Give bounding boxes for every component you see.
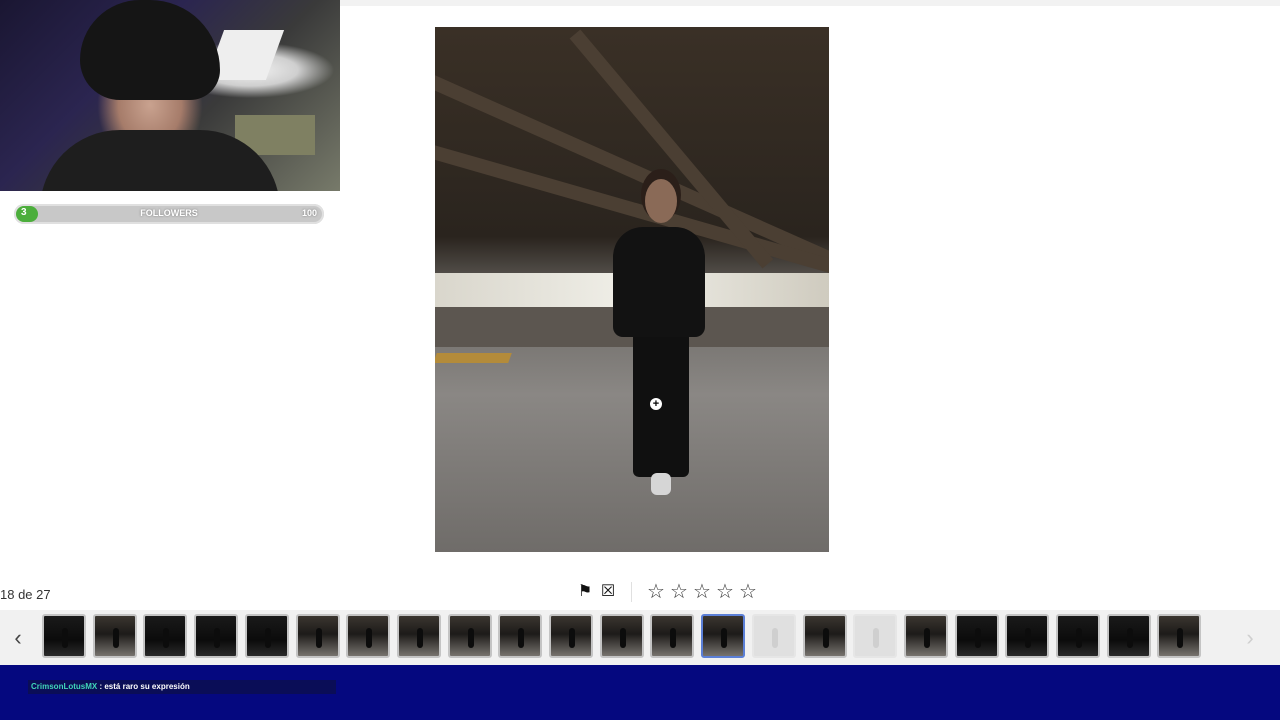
filmstrip-thumbnail[interactable] [954, 614, 999, 658]
toolbar-divider [631, 582, 632, 602]
photo-counter: 18 de 27 [0, 587, 51, 602]
filmstrip-thumbnail[interactable] [1157, 614, 1202, 658]
star-icon[interactable]: ☆ [692, 582, 712, 602]
followers-target: 100 [301, 208, 317, 218]
star-icon[interactable]: ☆ [738, 582, 758, 602]
chat-message: CrimsonLotusMX : está raro su expresión [28, 680, 336, 694]
webcam-overlay [0, 0, 340, 191]
filmstrip-thumbnail[interactable] [498, 614, 543, 658]
chat-bar: CrimsonLotusMX : está raro su expresión [0, 665, 1280, 720]
filmstrip-thumbnail[interactable] [903, 614, 948, 658]
person-head [645, 179, 677, 223]
filmstrip-thumbnail[interactable] [1005, 614, 1050, 658]
filmstrip-thumbnail[interactable] [42, 614, 86, 658]
zoom-cursor-icon: + [650, 398, 662, 410]
filmstrip-thumbnail[interactable] [751, 614, 796, 658]
followers-label: FOLLOWERS [140, 208, 198, 218]
filmstrip: ‹ › [0, 610, 1280, 665]
filmstrip-thumbnail[interactable] [447, 614, 492, 658]
filmstrip-thumbnail[interactable] [194, 614, 239, 658]
chevron-right-icon[interactable]: › [1232, 610, 1268, 665]
filmstrip-thumbnail[interactable] [802, 614, 847, 658]
filmstrip-thumbnail[interactable] [549, 614, 593, 658]
star-icon[interactable]: ☆ [715, 582, 735, 602]
followers-goal-bar: 3 FOLLOWERS 100 [14, 204, 324, 224]
star-icon[interactable]: ☆ [669, 582, 689, 602]
yellow-curb [435, 353, 512, 363]
filmstrip-thumbnail[interactable] [143, 614, 188, 658]
filmstrip-thumbnail[interactable] [346, 614, 391, 658]
star-icon[interactable]: ☆ [646, 582, 666, 602]
flag-x-icon[interactable]: ☒ [599, 583, 617, 601]
filmstrip-thumbnail[interactable] [701, 614, 746, 658]
person-shoe [651, 473, 671, 495]
filmstrip-thumbnail[interactable] [244, 614, 289, 658]
flag-check-icon[interactable]: ⚑ [576, 583, 594, 601]
filmstrip-thumbnail[interactable] [92, 614, 137, 658]
star-rating: ☆ ☆ ☆ ☆ ☆ [646, 582, 758, 602]
chat-username: CrimsonLotusMX [31, 682, 98, 691]
main-photo[interactable]: + [435, 27, 829, 552]
filmstrip-thumbnail[interactable] [1056, 614, 1100, 658]
streamer-hair [80, 0, 220, 100]
person-body [613, 227, 705, 337]
filmstrip-thumbnail[interactable] [1106, 614, 1151, 658]
filmstrip-thumbnail[interactable] [396, 614, 441, 658]
filmstrip-thumbnail[interactable] [599, 614, 644, 658]
filmstrip-thumbnail[interactable] [295, 614, 340, 658]
filmstrip-thumbnail[interactable] [853, 614, 898, 658]
top-bar [340, 0, 1280, 6]
chat-text: : está raro su expresión [97, 682, 190, 691]
filmstrip-thumbnail[interactable] [650, 614, 695, 658]
chevron-left-icon[interactable]: ‹ [0, 610, 36, 665]
